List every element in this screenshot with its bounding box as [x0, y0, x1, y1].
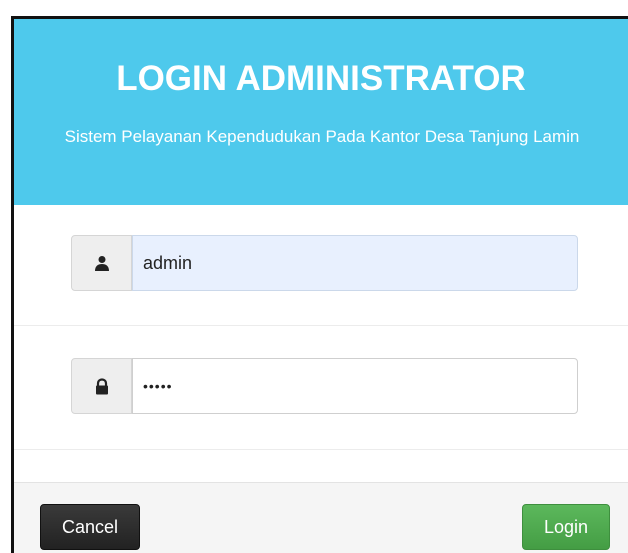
modal-footer: Cancel Login: [14, 482, 628, 553]
modal-header: LOGIN ADMINISTRATOR Sistem Pelayanan Kep…: [14, 19, 628, 205]
password-input[interactable]: [132, 358, 578, 414]
user-icon: [71, 235, 132, 291]
cancel-button[interactable]: Cancel: [40, 504, 140, 550]
row-divider: [14, 449, 628, 450]
login-button[interactable]: Login: [522, 504, 610, 550]
lock-icon: [71, 358, 132, 414]
row-divider: [14, 325, 628, 326]
modal-title: LOGIN ADMINISTRATOR: [116, 59, 526, 98]
login-modal: LOGIN ADMINISTRATOR Sistem Pelayanan Kep…: [11, 16, 628, 553]
password-input-group: [71, 358, 578, 416]
username-input-group: [71, 235, 578, 293]
modal-subtitle: Sistem Pelayanan Kependudukan Pada Kanto…: [64, 127, 580, 146]
username-input[interactable]: [132, 235, 578, 291]
